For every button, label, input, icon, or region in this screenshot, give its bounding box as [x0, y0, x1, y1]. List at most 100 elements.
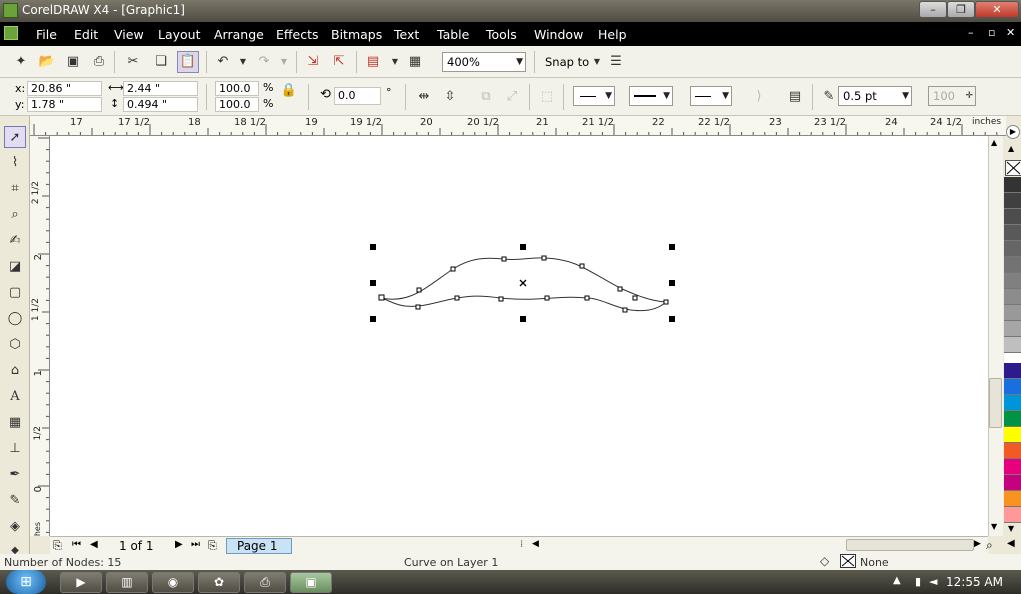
taskbar-app-browser-icon[interactable]: ◉ — [152, 572, 194, 593]
width-field[interactable]: 2.44 " — [123, 81, 198, 96]
color-swatch[interactable] — [1004, 443, 1021, 459]
options-icon[interactable]: ☰ — [607, 53, 625, 71]
scroll-up-icon[interactable]: ▲ — [991, 138, 997, 147]
selection-handle[interactable] — [520, 244, 526, 250]
node[interactable] — [632, 295, 638, 301]
eyedropper-tool-icon[interactable]: ✒ — [4, 464, 26, 486]
first-page-icon[interactable]: ⏮ — [72, 539, 81, 550]
opacity-field[interactable]: 100 ✛ — [928, 86, 976, 106]
horizontal-scroll-thumb[interactable] — [846, 539, 974, 551]
horizontal-ruler[interactable]: 17 17 1/2 18 18 1/2 19 19 1/2 20 20 1/2 … — [30, 116, 1006, 136]
copy-icon[interactable]: ❏ — [152, 53, 170, 71]
doc-close-button[interactable]: ✕ — [1006, 26, 1015, 39]
docker-expand-icon[interactable]: ▶ — [1006, 125, 1020, 139]
add-page-after-icon[interactable]: ⎘ — [208, 539, 217, 553]
rotation-angle-field[interactable]: 0.0 — [334, 87, 381, 105]
selection-handle[interactable] — [669, 316, 675, 322]
color-swatch[interactable] — [1004, 241, 1021, 257]
vertical-scroll-thumb[interactable] — [989, 378, 1002, 428]
color-swatch[interactable] — [1004, 225, 1021, 241]
doc-minimize-button[interactable]: – — [968, 26, 974, 39]
taskbar-app-media-icon[interactable]: ▶ — [60, 572, 102, 593]
add-page-before-icon[interactable]: ⎘ — [53, 539, 62, 553]
shape-tool-icon[interactable]: ⌇ — [4, 152, 26, 174]
lock-ratio-icon[interactable]: 🔒 — [280, 82, 298, 100]
minimize-button[interactable]: – — [919, 1, 947, 18]
new-icon[interactable]: ✦ — [12, 53, 30, 71]
polygon-tool-icon[interactable]: ⬡ — [4, 334, 26, 356]
node[interactable] — [541, 255, 547, 261]
color-swatch[interactable] — [1004, 363, 1021, 379]
color-swatch[interactable] — [1004, 395, 1021, 411]
drawing-canvas[interactable] — [50, 136, 988, 536]
color-swatch[interactable] — [1004, 427, 1021, 443]
break-curve-icon[interactable]: ⧉ — [477, 88, 495, 106]
convert-icon[interactable]: ⬚ — [538, 88, 556, 106]
welcome-icon[interactable]: ▦ — [406, 53, 424, 71]
crop-tool-icon[interactable]: ⌗ — [4, 178, 26, 200]
table-tool-icon[interactable]: ▦ — [4, 412, 26, 434]
close-button[interactable]: ✕ — [975, 1, 1019, 18]
palette-scroll-down-icon[interactable]: ▼ — [1008, 524, 1014, 533]
navigator-zoom-icon[interactable]: ⌕ — [986, 538, 993, 553]
smart-fill-tool-icon[interactable]: ◪ — [4, 256, 26, 278]
center-marker[interactable] — [519, 279, 527, 287]
splitter-handle[interactable]: ⁞ — [520, 539, 523, 550]
freehand-tool-icon[interactable]: ✍ — [4, 230, 26, 252]
menu-effects[interactable]: Effects — [276, 27, 319, 42]
taskbar-app-paint-icon[interactable]: ✿ — [198, 572, 240, 593]
scale-x-field[interactable]: 100.0 — [215, 81, 259, 96]
color-swatch[interactable] — [1004, 459, 1021, 475]
open-icon[interactable]: 📂 — [38, 53, 56, 71]
selection-handle[interactable] — [370, 244, 376, 250]
scroll-left-icon[interactable]: ◀ — [532, 539, 539, 549]
print-icon[interactable]: ⎙ — [90, 53, 108, 71]
maximize-button[interactable]: ❐ — [947, 1, 975, 18]
node[interactable] — [450, 266, 456, 272]
vertical-ruler[interactable]: 2 1/2 2 1 1/2 1 1/2 0 inches — [30, 136, 50, 536]
taskbar-app-explorer-icon[interactable]: ▥ — [106, 572, 148, 593]
tray-expand-icon[interactable]: ▲ — [893, 575, 901, 586]
color-swatch[interactable] — [1004, 193, 1021, 209]
start-arrowhead-select[interactable]: ▼ — [573, 86, 615, 106]
color-swatch[interactable] — [1004, 273, 1021, 289]
import-icon[interactable]: ⇲ — [304, 53, 322, 71]
taskbar-app-pdf-icon[interactable]: ⎙ — [244, 572, 286, 593]
color-swatch[interactable] — [1004, 507, 1021, 523]
color-swatch[interactable] — [1004, 177, 1021, 193]
no-fill-swatch[interactable] — [1005, 160, 1021, 176]
vertical-scrollbar[interactable]: ▲ ▼ — [988, 136, 1003, 536]
clock-time[interactable]: 12:55 AM — [946, 575, 1003, 589]
scale-y-field[interactable]: 100.0 — [215, 97, 259, 112]
menu-arrange[interactable]: Arrange — [214, 27, 264, 42]
app-launcher-icon[interactable]: ▤ — [364, 53, 382, 71]
end-arrowhead-select[interactable]: ▼ — [690, 86, 732, 106]
menu-bitmaps[interactable]: Bitmaps — [331, 27, 382, 42]
menu-table[interactable]: Table — [437, 27, 469, 42]
node[interactable] — [454, 295, 460, 301]
dimension-tool-icon[interactable]: ⊥ — [4, 438, 26, 460]
node[interactable] — [415, 304, 421, 310]
ellipse-tool-icon[interactable]: ◯ — [4, 308, 26, 330]
document-icon[interactable] — [4, 26, 18, 40]
node[interactable] — [663, 299, 669, 305]
volume-icon[interactable]: ◄ — [929, 575, 937, 588]
undo-icon[interactable]: ↶ — [214, 53, 232, 71]
selection-handle[interactable] — [669, 280, 675, 286]
doc-restore-button[interactable]: ▫ — [988, 26, 995, 39]
outline-tool-icon[interactable]: ✎ — [4, 490, 26, 512]
node[interactable] — [378, 294, 385, 301]
pick-tool-icon[interactable]: ➚ — [4, 126, 26, 148]
redo-icon[interactable]: ↷ — [255, 53, 273, 71]
color-swatch[interactable] — [1004, 209, 1021, 225]
color-swatch[interactable] — [1004, 305, 1021, 321]
wrap-text-icon[interactable]: ▤ — [786, 88, 804, 106]
node[interactable] — [501, 256, 507, 262]
selection-handle[interactable] — [370, 280, 376, 286]
fill-tool-icon[interactable]: ◈ — [4, 516, 26, 538]
x-position-field[interactable]: 20.86 " — [27, 81, 102, 96]
mirror-vertical-icon[interactable]: ⇳ — [441, 88, 459, 106]
close-curve-icon[interactable]: ⟩ — [750, 88, 768, 106]
text-tool-icon[interactable]: A — [4, 386, 26, 408]
paste-icon[interactable]: 📋 — [177, 51, 199, 73]
